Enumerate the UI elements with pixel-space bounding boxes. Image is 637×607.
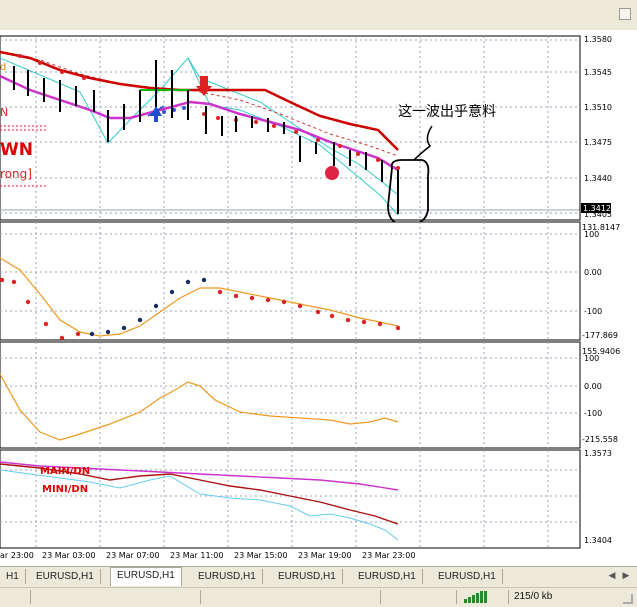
- chart-tab[interactable]: EURUSD,H1: [432, 569, 503, 584]
- oscillator-panel[interactable]: 155.9406 100 0.00 -100 -215.558: [0, 341, 620, 449]
- price-axis-labels: 1.3580 1.3545 1.3510 1.3475 1.3440 1.340…: [584, 35, 612, 219]
- status-bar: 215/0 kb: [0, 587, 637, 607]
- time-axis: ar 23:00 23 Mar 03:00 23 Mar 07:00 23 Ma…: [0, 551, 415, 560]
- traffic-counter: 215/0 kb: [514, 591, 553, 602]
- osc-label: -215.558: [582, 435, 618, 444]
- current-price-label: 1.3412: [583, 204, 611, 213]
- price-label: 1.3440: [584, 174, 612, 183]
- legend-n-fragment: N: [0, 106, 8, 119]
- mini-dn-legend: MINI/DN: [42, 484, 88, 495]
- time-label: 23 Mar 19:00: [298, 551, 351, 560]
- chart-area[interactable]: d N WN rong] 这一波出乎意料 1.3580 1.3545 1.351…: [0, 30, 637, 565]
- status-separator: [200, 590, 201, 604]
- status-separator: [456, 590, 457, 604]
- chart-tab[interactable]: EURUSD,H1: [192, 569, 263, 584]
- window-corner-handle[interactable]: [619, 8, 631, 20]
- osc-axis-labels: 155.9406 100 0.00 -100 -215.558: [582, 347, 620, 444]
- cci-panel-frame: [0, 221, 581, 341]
- ma-panel-frame: [0, 449, 581, 549]
- big-red-circle-marker: [325, 166, 339, 180]
- ma-indicator-panel[interactable]: MAIN/DN MINI/DN 1.3573 1.3404: [0, 449, 612, 549]
- cci-label: -177.869: [582, 331, 618, 340]
- osc-label: -100: [584, 409, 602, 418]
- main-dn-legend: MAIN/DN: [40, 466, 90, 477]
- time-label: 23 Mar 23:00: [362, 551, 415, 560]
- strong-signal-text: rong]: [0, 167, 32, 181]
- window-top-strip: [0, 0, 637, 31]
- legend-top-fragment: d: [0, 62, 6, 73]
- down-signal-text: WN: [0, 140, 33, 160]
- cci-label: 100: [584, 230, 599, 239]
- chart-tab[interactable]: H1: [0, 569, 26, 584]
- ma-axis-labels: 1.3573 1.3404: [584, 449, 612, 545]
- tab-scroll-left-icon[interactable]: ◀: [606, 570, 618, 583]
- status-separator: [380, 590, 381, 604]
- cci-axis-labels: 131.8147 100 0.00 -100 -177.869: [582, 223, 620, 340]
- price-label: 1.3510: [584, 103, 612, 112]
- time-label: ar 23:00: [0, 551, 34, 560]
- price-label: 1.3545: [584, 68, 612, 77]
- main-price-panel[interactable]: d N WN rong] 这一波出乎意料 1.3580 1.3545 1.351…: [0, 35, 612, 225]
- cci-indicator-panel[interactable]: 131.8147 100 0.00 -100 -177.869: [0, 221, 620, 341]
- time-label: 23 Mar 03:00: [42, 551, 95, 560]
- ma-label: 1.3573: [584, 449, 612, 458]
- time-label: 23 Mar 15:00: [234, 551, 287, 560]
- tab-scroll-right-icon[interactable]: ▶: [620, 570, 632, 583]
- time-label: 23 Mar 11:00: [170, 551, 223, 560]
- chart-tab[interactable]: EURUSD,H1: [352, 569, 423, 584]
- price-label: 1.3475: [584, 138, 612, 147]
- status-separator: [508, 590, 509, 604]
- ma-label: 1.3404: [584, 536, 612, 545]
- chart-tab[interactable]: EURUSD,H1: [272, 569, 343, 584]
- status-separator: [30, 590, 31, 604]
- price-label: 1.3580: [584, 35, 612, 44]
- chart-tab-active[interactable]: EURUSD,H1: [110, 567, 182, 586]
- resize-grip-icon[interactable]: [623, 594, 633, 604]
- osc-label: 0.00: [584, 382, 602, 391]
- connection-bars-icon: [464, 591, 487, 603]
- cci-label: 0.00: [584, 268, 602, 277]
- chart-annotation-text: 这一波出乎意料: [398, 103, 496, 120]
- chart-tab[interactable]: EURUSD,H1: [30, 569, 101, 584]
- cci-label: -100: [584, 307, 602, 316]
- osc-label: 100: [584, 354, 599, 363]
- time-label: 23 Mar 07:00: [106, 551, 159, 560]
- chart-tab-bar: H1 EURUSD,H1 EURUSD,H1 EURUSD,H1 EURUSD,…: [0, 566, 637, 587]
